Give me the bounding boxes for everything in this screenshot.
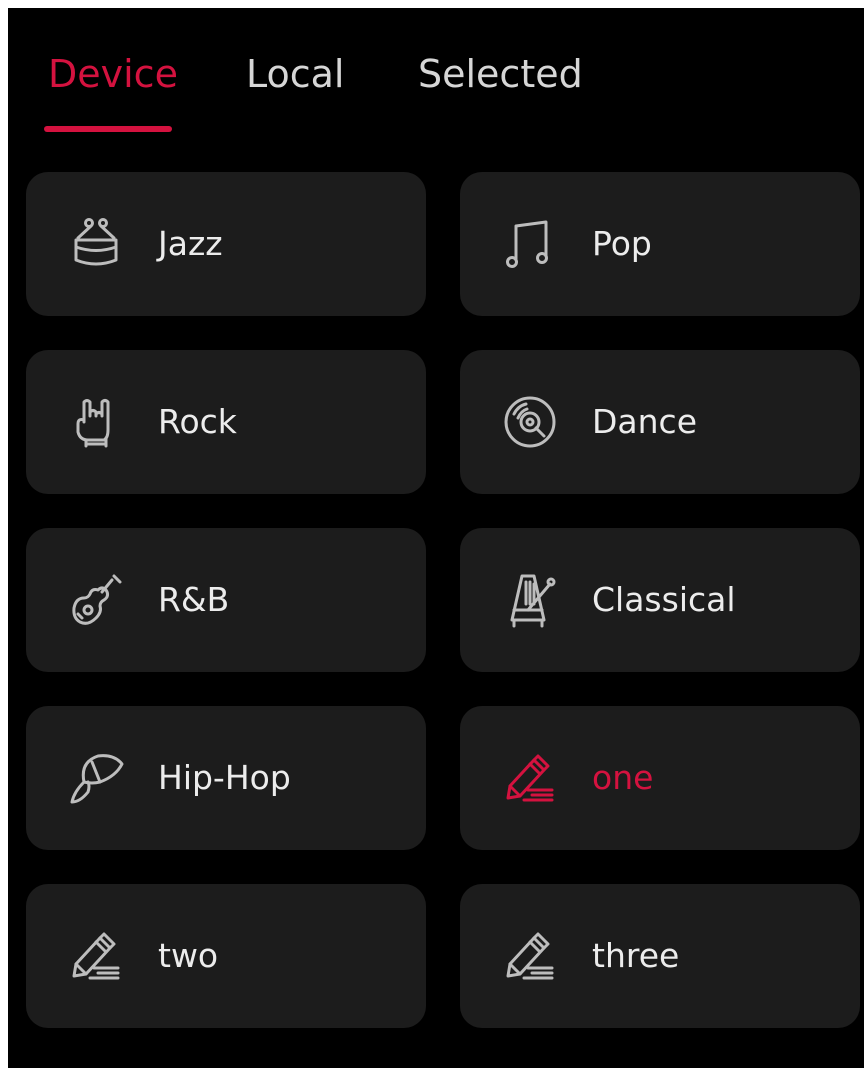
preset-card-hip-hop[interactable]: Hip-Hop <box>26 706 426 850</box>
preset-label: Pop <box>592 224 652 263</box>
music-note-icon <box>500 214 560 274</box>
vinyl-disc-icon <box>500 392 560 452</box>
preset-grid: Jazz Pop Rock Dance R&B Classical Hip-Ho… <box>26 172 860 1028</box>
edit-pencil-icon <box>500 748 560 808</box>
preset-card-three[interactable]: three <box>460 884 860 1028</box>
guitar-icon <box>66 570 126 630</box>
preset-card-rnb[interactable]: R&B <box>26 528 426 672</box>
tab-device[interactable]: Device <box>48 52 178 96</box>
preset-label: two <box>158 936 219 975</box>
preset-label: one <box>592 758 654 797</box>
tab-local[interactable]: Local <box>246 52 345 96</box>
preset-card-jazz[interactable]: Jazz <box>26 172 426 316</box>
edit-pencil-icon <box>66 926 126 986</box>
preset-label: Jazz <box>158 224 223 263</box>
preset-card-rock[interactable]: Rock <box>26 350 426 494</box>
preset-card-two[interactable]: two <box>26 884 426 1028</box>
preset-card-pop[interactable]: Pop <box>460 172 860 316</box>
preset-card-classical[interactable]: Classical <box>460 528 860 672</box>
app-screen: Device Local Selected Jazz Pop Rock Danc… <box>8 8 864 1068</box>
rock-hand-icon <box>66 392 126 452</box>
cap-icon <box>66 748 126 808</box>
metronome-icon <box>500 570 560 630</box>
preset-card-dance[interactable]: Dance <box>460 350 860 494</box>
preset-label: Classical <box>592 580 736 619</box>
tab-bar: Device Local Selected <box>8 8 864 158</box>
preset-label: Hip-Hop <box>158 758 291 797</box>
preset-label: three <box>592 936 680 975</box>
active-tab-indicator <box>44 126 172 132</box>
tab-selected[interactable]: Selected <box>418 52 583 96</box>
edit-pencil-icon <box>500 926 560 986</box>
preset-label: R&B <box>158 580 230 619</box>
preset-label: Rock <box>158 402 237 441</box>
preset-label: Dance <box>592 402 697 441</box>
drum-icon <box>66 214 126 274</box>
preset-card-one[interactable]: one <box>460 706 860 850</box>
